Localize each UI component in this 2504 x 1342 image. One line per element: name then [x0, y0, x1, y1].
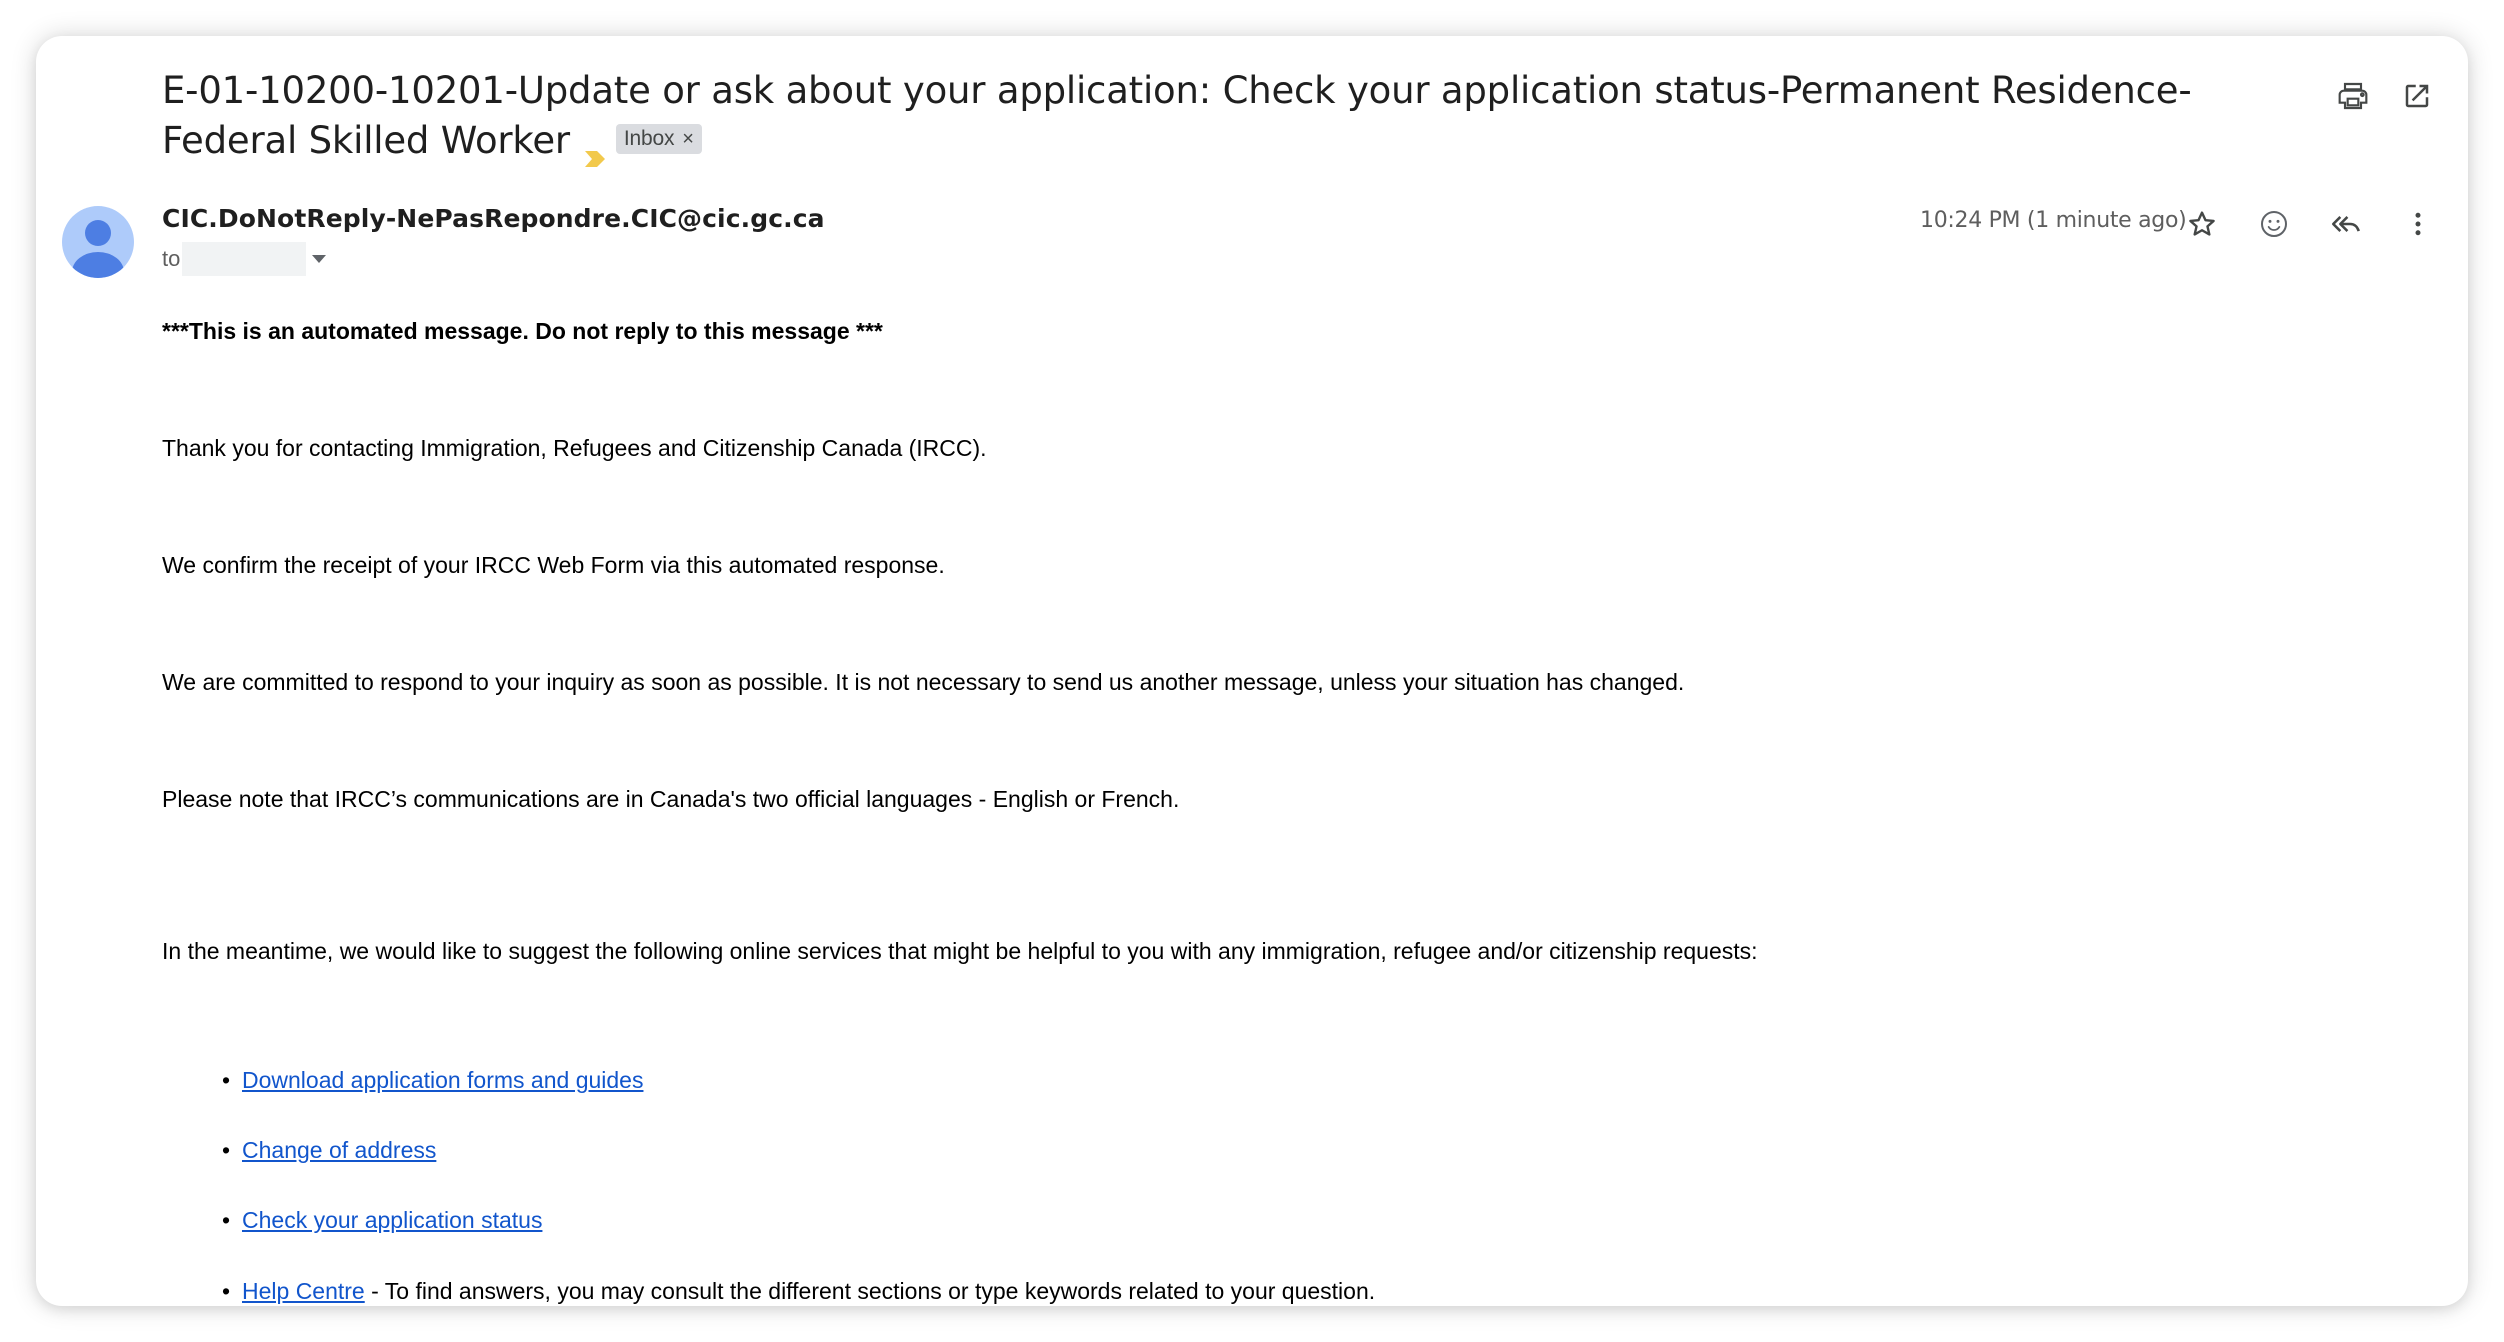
sender-avatar[interactable]: [62, 206, 134, 278]
print-icon[interactable]: [2333, 76, 2373, 116]
body-paragraph-5: In the meantime, we would like to sugges…: [162, 938, 1758, 964]
bullet: •: [222, 1278, 231, 1304]
star-icon[interactable]: [2180, 202, 2224, 246]
subject-text: E-01-10200-10201-Update or ask about you…: [162, 69, 2192, 162]
body-paragraph-1: Thank you for contacting Immigration, Re…: [162, 435, 987, 461]
open-in-new-window-icon[interactable]: [2397, 76, 2437, 116]
bullet: •: [222, 1207, 231, 1233]
bullet: •: [222, 1137, 231, 1163]
bullet: •: [222, 1067, 231, 1093]
show-details-chevron-icon[interactable]: [312, 255, 327, 263]
list-item: • Change of address: [222, 1137, 436, 1164]
reply-all-icon[interactable]: [2324, 202, 2368, 246]
recipient-line: to: [162, 242, 327, 276]
list-item: • Download application forms and guides: [222, 1067, 643, 1094]
check-status-link[interactable]: Check your application status: [242, 1207, 542, 1233]
remove-label-icon[interactable]: ×: [682, 128, 694, 150]
change-address-link[interactable]: Change of address: [242, 1137, 436, 1163]
importance-marker-icon[interactable]: [584, 131, 606, 167]
list-item: • Help Centre - To find answers, you may …: [222, 1278, 1376, 1305]
label-text: Inbox: [623, 126, 675, 150]
automated-notice: ***This is an automated message. Do not …: [162, 318, 883, 344]
redacted-recipient: [182, 242, 307, 276]
help-centre-link[interactable]: Help Centre: [242, 1278, 365, 1304]
email-subject: E-01-10200-10201-Update or ask about you…: [162, 66, 2322, 167]
email-card: E-01-10200-10201-Update or ask about you…: [36, 36, 2468, 1306]
default-avatar-icon: [72, 220, 124, 278]
download-forms-link[interactable]: Download application forms and guides: [242, 1067, 643, 1093]
help-centre-description: - To find answers, you may consult the d…: [364, 1278, 1376, 1304]
body-paragraph-4: Please note that IRCC’s communications a…: [162, 786, 1180, 812]
email-timestamp: 10:24 PM (1 minute ago): [1920, 208, 2187, 233]
sender-email[interactable]: CIC.DoNotReply-NePasRepondre.CIC@cic.gc.…: [162, 204, 825, 233]
to-label: to: [162, 246, 181, 271]
body-paragraph-3: We are committed to respond to your inqu…: [162, 669, 1685, 695]
list-item: • Check your application status: [222, 1207, 542, 1234]
more-vertical-icon[interactable]: [2396, 202, 2440, 246]
emoji-reaction-icon[interactable]: [2252, 202, 2296, 246]
body-paragraph-2: We confirm the receipt of your IRCC Web …: [162, 552, 945, 578]
inbox-label-chip[interactable]: Inbox ×: [615, 123, 702, 154]
